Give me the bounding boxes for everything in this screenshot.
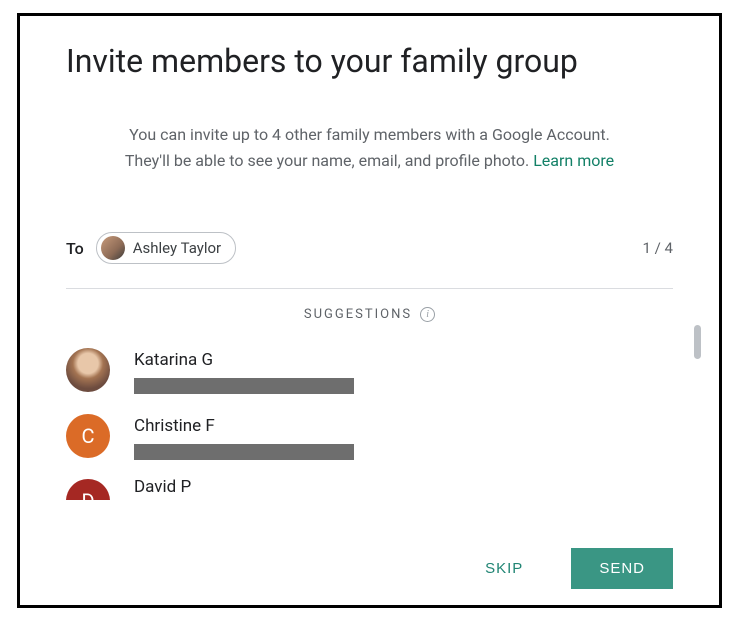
suggestions-list: Katarina G C Christine F D David P [66,338,673,500]
recipient-row: To Ashley Taylor 1 / 4 [66,232,673,264]
suggestions-header: SUGGESTIONS i [66,307,673,322]
avatar-icon: C [66,414,110,458]
suggestion-name: David P [134,477,673,497]
suggestions-label: SUGGESTIONS [304,307,412,322]
learn-more-link[interactable]: Learn more [533,151,614,170]
dialog-frame: Invite members to your family group You … [17,13,722,608]
suggestion-body: David P [134,475,673,497]
recipient-counter: 1 / 4 [643,239,674,257]
subtitle-block: You can invite up to 4 other family memb… [66,122,673,174]
action-bar: SKIP SEND [477,548,673,589]
avatar-icon [101,236,125,260]
divider [66,288,673,289]
avatar-icon [66,348,110,392]
redacted-email [134,444,354,460]
page-title: Invite members to your family group [66,42,673,80]
suggestion-body: Katarina G [134,348,673,394]
to-label: To [66,239,84,258]
suggestion-row[interactable]: D David P [66,470,673,500]
recipient-chip[interactable]: Ashley Taylor [96,232,236,264]
recipient-chip-name: Ashley Taylor [133,239,221,257]
suggestion-name: Katarina G [134,350,673,370]
skip-button[interactable]: SKIP [477,550,531,587]
scrollbar-thumb[interactable] [694,325,701,359]
send-button[interactable]: SEND [571,548,673,589]
redacted-email [134,378,354,394]
suggestion-row[interactable]: Katarina G [66,338,673,404]
info-icon[interactable]: i [420,307,435,322]
suggestion-body: Christine F [134,414,673,460]
suggestion-name: Christine F [134,416,673,436]
dialog-content: Invite members to your family group You … [20,16,719,500]
suggestion-row[interactable]: C Christine F [66,404,673,470]
avatar-icon: D [66,479,110,500]
